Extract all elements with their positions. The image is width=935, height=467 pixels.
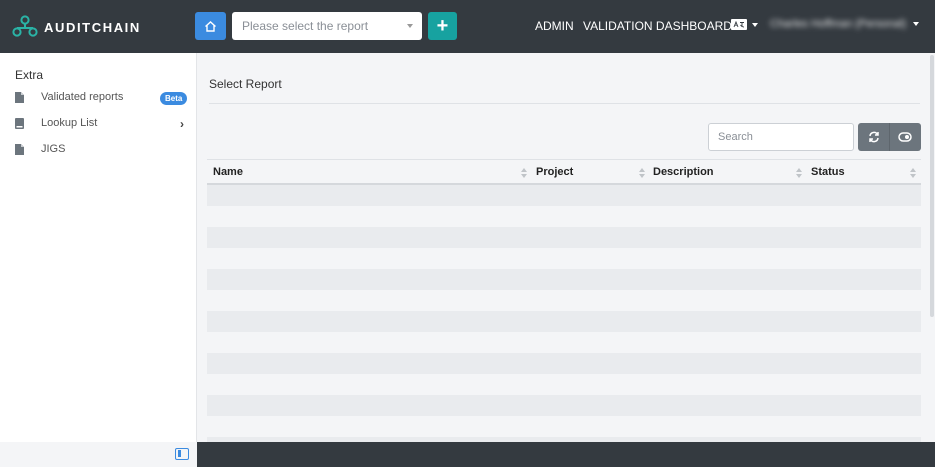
document-icon xyxy=(15,92,24,103)
toggle-icon xyxy=(898,132,912,142)
chevron-down-icon xyxy=(407,24,413,28)
scrollbar[interactable] xyxy=(930,55,934,317)
home-button[interactable] xyxy=(195,12,226,40)
table-row xyxy=(207,416,921,437)
column-header-status[interactable]: Status xyxy=(811,166,845,178)
table-row xyxy=(207,206,921,227)
table-row xyxy=(207,374,921,395)
top-navbar: AUDITCHAIN Please select the report + AD… xyxy=(0,0,935,53)
toggle-view-button[interactable] xyxy=(889,123,920,151)
sidebar-item-label: Validated reports xyxy=(41,91,124,103)
table-row xyxy=(207,395,921,416)
divider xyxy=(209,103,920,104)
sidebar-item-label: JIGS xyxy=(41,143,66,155)
sidebar-item-validated-reports[interactable]: Validated reports Beta xyxy=(0,87,196,109)
brand-name: AUDITCHAIN xyxy=(44,19,141,35)
search-input[interactable] xyxy=(708,123,854,151)
sidebar-footer xyxy=(0,442,197,467)
refresh-button[interactable] xyxy=(858,123,889,151)
user-menu[interactable]: Charles Hoffman (Personal) xyxy=(770,18,920,30)
book-icon xyxy=(15,118,24,129)
sidebar-item-label: Lookup List xyxy=(41,117,98,129)
table-row xyxy=(207,227,921,248)
sort-icon[interactable] xyxy=(910,168,916,178)
chevron-right-icon: › xyxy=(180,117,184,131)
table-row xyxy=(207,269,921,290)
sidebar-item-lookup-list[interactable]: Lookup List › xyxy=(0,113,196,135)
report-select-placeholder: Please select the report xyxy=(242,19,369,33)
chevron-down-icon xyxy=(752,22,758,27)
column-header-name[interactable]: Name xyxy=(213,166,243,178)
nav-admin[interactable]: ADMIN xyxy=(535,19,574,33)
sort-icon[interactable] xyxy=(796,168,802,178)
sidebar: Extra Validated reports Beta Lookup List… xyxy=(0,53,197,442)
column-header-project[interactable]: Project xyxy=(536,166,573,178)
sidebar-item-jigs[interactable]: JIGS xyxy=(0,139,196,161)
document-icon xyxy=(15,144,24,155)
auditchain-logo-icon xyxy=(12,15,38,37)
nav-validation-dashboard[interactable]: VALIDATION DASHBOARD xyxy=(583,19,732,33)
table-row xyxy=(207,248,921,269)
sidebar-heading: Extra xyxy=(15,68,44,82)
language-icon xyxy=(731,19,747,30)
table-row xyxy=(207,332,921,353)
table-header: Name Project Description Status xyxy=(207,159,921,185)
reports-table: Name Project Description Status xyxy=(207,159,921,458)
chevron-down-icon xyxy=(913,22,920,26)
footer-bar xyxy=(197,442,935,467)
table-toolbar xyxy=(858,123,921,151)
table-row xyxy=(207,311,921,332)
sort-icon[interactable] xyxy=(639,168,645,178)
brand[interactable]: AUDITCHAIN xyxy=(12,14,141,40)
column-header-description[interactable]: Description xyxy=(653,166,714,178)
report-select[interactable]: Please select the report xyxy=(232,12,422,40)
table-row xyxy=(207,185,921,206)
sort-icon[interactable] xyxy=(521,168,527,178)
add-report-button[interactable]: + xyxy=(428,12,457,40)
refresh-icon xyxy=(868,131,879,143)
home-icon xyxy=(205,20,216,32)
table-row xyxy=(207,353,921,374)
page-title: Select Report xyxy=(209,77,282,91)
sidebar-toggle-icon[interactable] xyxy=(175,448,189,460)
table-row xyxy=(207,290,921,311)
beta-badge: Beta xyxy=(160,92,188,105)
language-dropdown[interactable] xyxy=(731,19,758,30)
user-name: Charles Hoffman (Personal) xyxy=(770,18,907,30)
